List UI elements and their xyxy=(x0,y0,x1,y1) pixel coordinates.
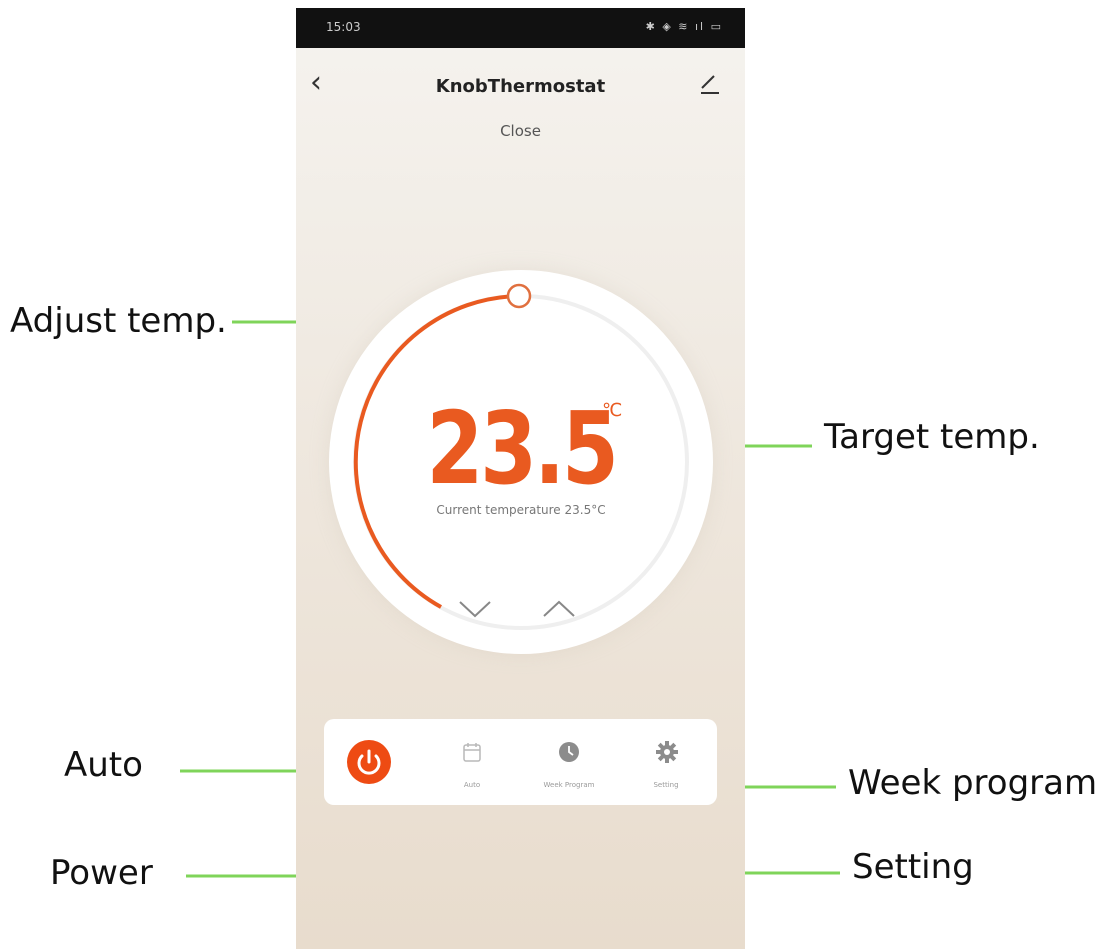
bottom-toolbar: Auto Week Program Setting xyxy=(324,719,717,805)
gear-icon xyxy=(656,741,678,763)
auto-label: Auto xyxy=(64,745,143,785)
power-icon xyxy=(357,749,381,775)
status-icons: ✱ ◈ ≋ ıl ▭ xyxy=(645,20,723,33)
pencil-icon[interactable] xyxy=(699,72,721,100)
clock-icon xyxy=(559,742,579,762)
device-status: Close xyxy=(500,122,541,140)
adjust-temp-label: Adjust temp. xyxy=(10,301,227,341)
setting-button[interactable]: Setting xyxy=(636,719,696,805)
week-program-button-label: Week Program xyxy=(543,781,595,789)
phone-screen: 15:03 ✱ ◈ ≋ ıl ▭ ‹ KnobThermostat Close … xyxy=(296,8,745,949)
temperature-dial[interactable]: 23.5 ℃ Current temperature 23.5°C xyxy=(329,270,713,654)
status-time: 15:03 xyxy=(326,20,361,34)
status-bar: 15:03 ✱ ◈ ≋ ıl ▭ xyxy=(296,8,745,48)
power-label: Power xyxy=(50,853,153,893)
setting-button-label: Setting xyxy=(653,781,679,789)
power-button[interactable] xyxy=(347,740,391,784)
setting-label: Setting xyxy=(852,847,974,887)
calendar-icon xyxy=(463,743,481,762)
auto-button[interactable]: Auto xyxy=(442,719,502,805)
target-temperature: 23.5 xyxy=(426,390,618,507)
week-program-label: Week program xyxy=(848,763,1098,803)
chevron-down-icon[interactable] xyxy=(457,598,493,624)
chevron-up-icon[interactable] xyxy=(541,598,577,624)
target-temp-label: Target temp. xyxy=(824,417,1040,457)
current-temperature: Current temperature 23.5°C xyxy=(436,503,606,517)
week-program-button[interactable]: Week Program xyxy=(524,719,614,805)
temperature-unit: ℃ xyxy=(602,400,623,421)
page-title: KnobThermostat xyxy=(435,76,606,97)
temperature-knob-handle xyxy=(506,283,532,309)
auto-button-label: Auto xyxy=(463,781,481,789)
